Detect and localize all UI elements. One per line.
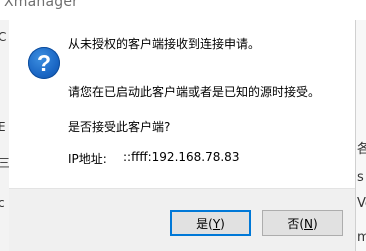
yes-button-label-suffix: ) (220, 217, 225, 231)
message-line-2: 请您在已启动此客户端或者是已知的源时接受。 (68, 85, 321, 99)
yes-button-label-prefix: 是( (196, 217, 213, 231)
background-text: E (0, 120, 6, 134)
message-line-1: 从未授权的客户端接收到连接申请。 (68, 37, 261, 51)
background-text: m (357, 230, 366, 245)
background-window-right: 各 s Ve m (355, 20, 366, 251)
question-icon-glyph: ? (36, 50, 52, 76)
background-text: 各 (357, 142, 366, 157)
background-text: s (357, 170, 364, 185)
ip-address-value: ::ffff:192.168.78.83 (123, 150, 240, 164)
title-bar[interactable]: Xmanager (0, 0, 366, 20)
dialog-button-bar: 是(Y) 否(N) (9, 188, 355, 251)
question-icon: ? (28, 47, 60, 79)
no-button-label-prefix: 否( (287, 217, 304, 231)
yes-button[interactable]: 是(Y) (170, 210, 251, 236)
background-text: Ve (357, 196, 366, 211)
screen: Xmanager C E 三 c 各 s Ve m ? 从未授权的客户端接收到连… (0, 0, 366, 251)
ip-address-label: IP地址: (68, 152, 107, 166)
background-text: c (0, 196, 5, 210)
message-line-3: 是否接受此客户端? (68, 120, 171, 134)
message-dialog: ? 从未授权的客户端接收到连接申请。 请您在已启动此客户端或者是已知的源时接受。… (9, 20, 355, 251)
background-text: C (0, 30, 7, 44)
no-button-hotkey: N (304, 217, 313, 231)
no-button[interactable]: 否(N) (262, 210, 343, 236)
no-button-label-suffix: ) (312, 217, 318, 231)
window-title: Xmanager (4, 0, 79, 10)
dialog-content: ? 从未授权的客户端接收到连接申请。 请您在已启动此客户端或者是已知的源时接受。… (9, 20, 355, 188)
